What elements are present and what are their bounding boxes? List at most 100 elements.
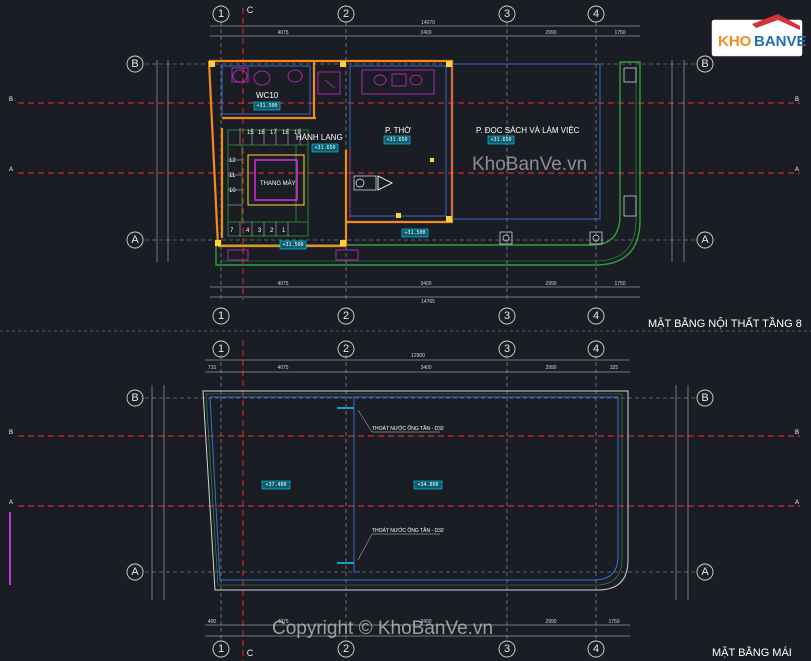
- side-mark: A: [9, 167, 13, 173]
- wc-fixtures: [231, 67, 341, 95]
- room-label-study: P. ĐỌC SÁCH VÀ LÀM VIỆC: [476, 126, 580, 135]
- svg-text:+31.500: +31.500: [256, 103, 277, 109]
- roof-drain-icons: [337, 407, 354, 564]
- svg-text:+34.800: +34.800: [417, 482, 438, 488]
- svg-text:+31.650: +31.650: [386, 137, 407, 143]
- axis-c-label: C: [247, 648, 254, 658]
- svg-text:14765: 14765: [421, 299, 435, 305]
- svg-text:4075: 4075: [277, 30, 288, 36]
- svg-text:3400: 3400: [420, 281, 431, 287]
- axis-label: 1: [218, 8, 224, 20]
- axis-label: 1: [218, 343, 224, 355]
- side-mark: A: [795, 500, 799, 506]
- svg-text:15: 15: [247, 130, 254, 136]
- roof-level-tags: +37.400 +34.800: [261, 480, 443, 490]
- upper-row-bubbles: B A B A B A B A: [9, 55, 799, 249]
- svg-text:400: 400: [208, 619, 217, 625]
- logo-text-banve: BANVE: [754, 33, 807, 50]
- lower-top-bubbles: 1 2 3 4: [212, 340, 605, 358]
- upper-top-bubbles: 1 2 3 4 C: [212, 5, 605, 23]
- svg-text:2990: 2990: [545, 619, 556, 625]
- room-boundaries: [221, 63, 601, 220]
- axis-label: 1: [218, 643, 224, 655]
- svg-text:2: 2: [270, 228, 274, 234]
- cad-drawing-canvas: 1 2 3 4 C 1 2 3 4 B A B A B A B A 14070 …: [0, 5, 811, 661]
- svg-text:16: 16: [258, 130, 265, 136]
- axis-label: 1: [218, 310, 224, 322]
- worship-furniture: [361, 69, 435, 95]
- axis-label: B: [701, 58, 708, 70]
- svg-text:12900: 12900: [411, 353, 425, 359]
- svg-text:1750: 1750: [608, 619, 619, 625]
- axis-label: B: [131, 58, 138, 70]
- svg-text:715: 715: [208, 365, 217, 371]
- room-label-hall: HÀNH LANG: [296, 133, 343, 142]
- svg-text:7: 7: [230, 228, 234, 234]
- svg-text:1750: 1750: [614, 30, 625, 36]
- svg-text:2990: 2990: [545, 30, 556, 36]
- svg-text:+31.500: +31.500: [282, 242, 303, 248]
- column-markers: [209, 61, 452, 246]
- svg-text:1750: 1750: [614, 281, 625, 287]
- axis-label: 2: [343, 643, 349, 655]
- axis-c-label: C: [247, 5, 254, 15]
- lower-plan: 1 2 3 4 1 2 3 4 C B A B A B A B A 12900 …: [9, 340, 800, 661]
- svg-text:325: 325: [610, 365, 619, 371]
- upper-plan: 1 2 3 4 C 1 2 3 4 B A B A B A B A 14070 …: [9, 5, 802, 330]
- side-mark: B: [9, 97, 13, 103]
- axis-label: A: [131, 566, 139, 578]
- svg-text:4075: 4075: [277, 281, 288, 287]
- room-label-wc: WC10: [256, 91, 279, 100]
- svg-text:2400: 2400: [420, 30, 431, 36]
- side-mark: A: [9, 500, 13, 506]
- upper-row-axes: [145, 63, 695, 241]
- side-mark: B: [795, 430, 799, 436]
- axis-label: 4: [593, 310, 599, 322]
- elevator-label: THANG MÁY: [260, 180, 296, 187]
- planter-boxes: [227, 249, 359, 261]
- svg-text:14070: 14070: [421, 20, 435, 26]
- center-watermark: KhoBanVe.vn: [472, 154, 587, 175]
- axis-label: 2: [343, 310, 349, 322]
- upper-dimensions: [156, 25, 685, 298]
- axis-label: 4: [593, 8, 599, 20]
- side-mark: B: [795, 97, 799, 103]
- svg-text:18: 18: [282, 130, 289, 136]
- svg-text:10: 10: [229, 188, 236, 194]
- axis-label: 3: [504, 310, 510, 322]
- axis-label: A: [131, 234, 139, 246]
- svg-text:3400: 3400: [420, 365, 431, 371]
- svg-text:2990: 2990: [545, 365, 556, 371]
- svg-text:+31.650: +31.650: [314, 145, 335, 151]
- svg-text:17: 17: [270, 130, 277, 136]
- lower-red-axes: [18, 435, 800, 507]
- svg-text:11: 11: [229, 173, 236, 179]
- axis-label: 4: [593, 643, 599, 655]
- level-tags: +31.500 +31.650 +31.650 +31.650 +31.500 …: [253, 101, 515, 250]
- axis-label: 3: [504, 643, 510, 655]
- logo: KHO BANVE: [711, 14, 807, 57]
- roof-drain-note: THOÁT NƯỚC ỐNG TẦN - D32: [372, 527, 444, 534]
- side-mark: B: [9, 430, 13, 436]
- axis-label: 3: [504, 8, 510, 20]
- svg-text:1: 1: [282, 228, 286, 234]
- axis-label: B: [131, 392, 138, 404]
- axis-label: B: [701, 392, 708, 404]
- upper-plan-title: MẶT BẰNG NỘI THẤT TẦNG 8: [648, 317, 802, 330]
- axis-label: A: [701, 234, 709, 246]
- svg-text:12: 12: [229, 158, 236, 164]
- side-mark: A: [795, 167, 799, 173]
- logo-text-kho: KHO: [718, 33, 752, 50]
- walls: [207, 59, 454, 248]
- room-label-worship: P. THỜ: [385, 126, 411, 135]
- axis-label: 2: [343, 8, 349, 20]
- roof-outer-outline: [202, 390, 629, 591]
- axis-label: 3: [504, 343, 510, 355]
- roof-parapet-line: [205, 393, 623, 586]
- axis-label: 2: [343, 343, 349, 355]
- svg-text:+31.500: +31.500: [404, 230, 425, 236]
- svg-text:+37.400: +37.400: [265, 482, 286, 488]
- svg-text:3: 3: [258, 228, 262, 234]
- axis-label: A: [701, 566, 709, 578]
- lower-plan-title: MẶT BẰNG MÁI: [712, 646, 792, 659]
